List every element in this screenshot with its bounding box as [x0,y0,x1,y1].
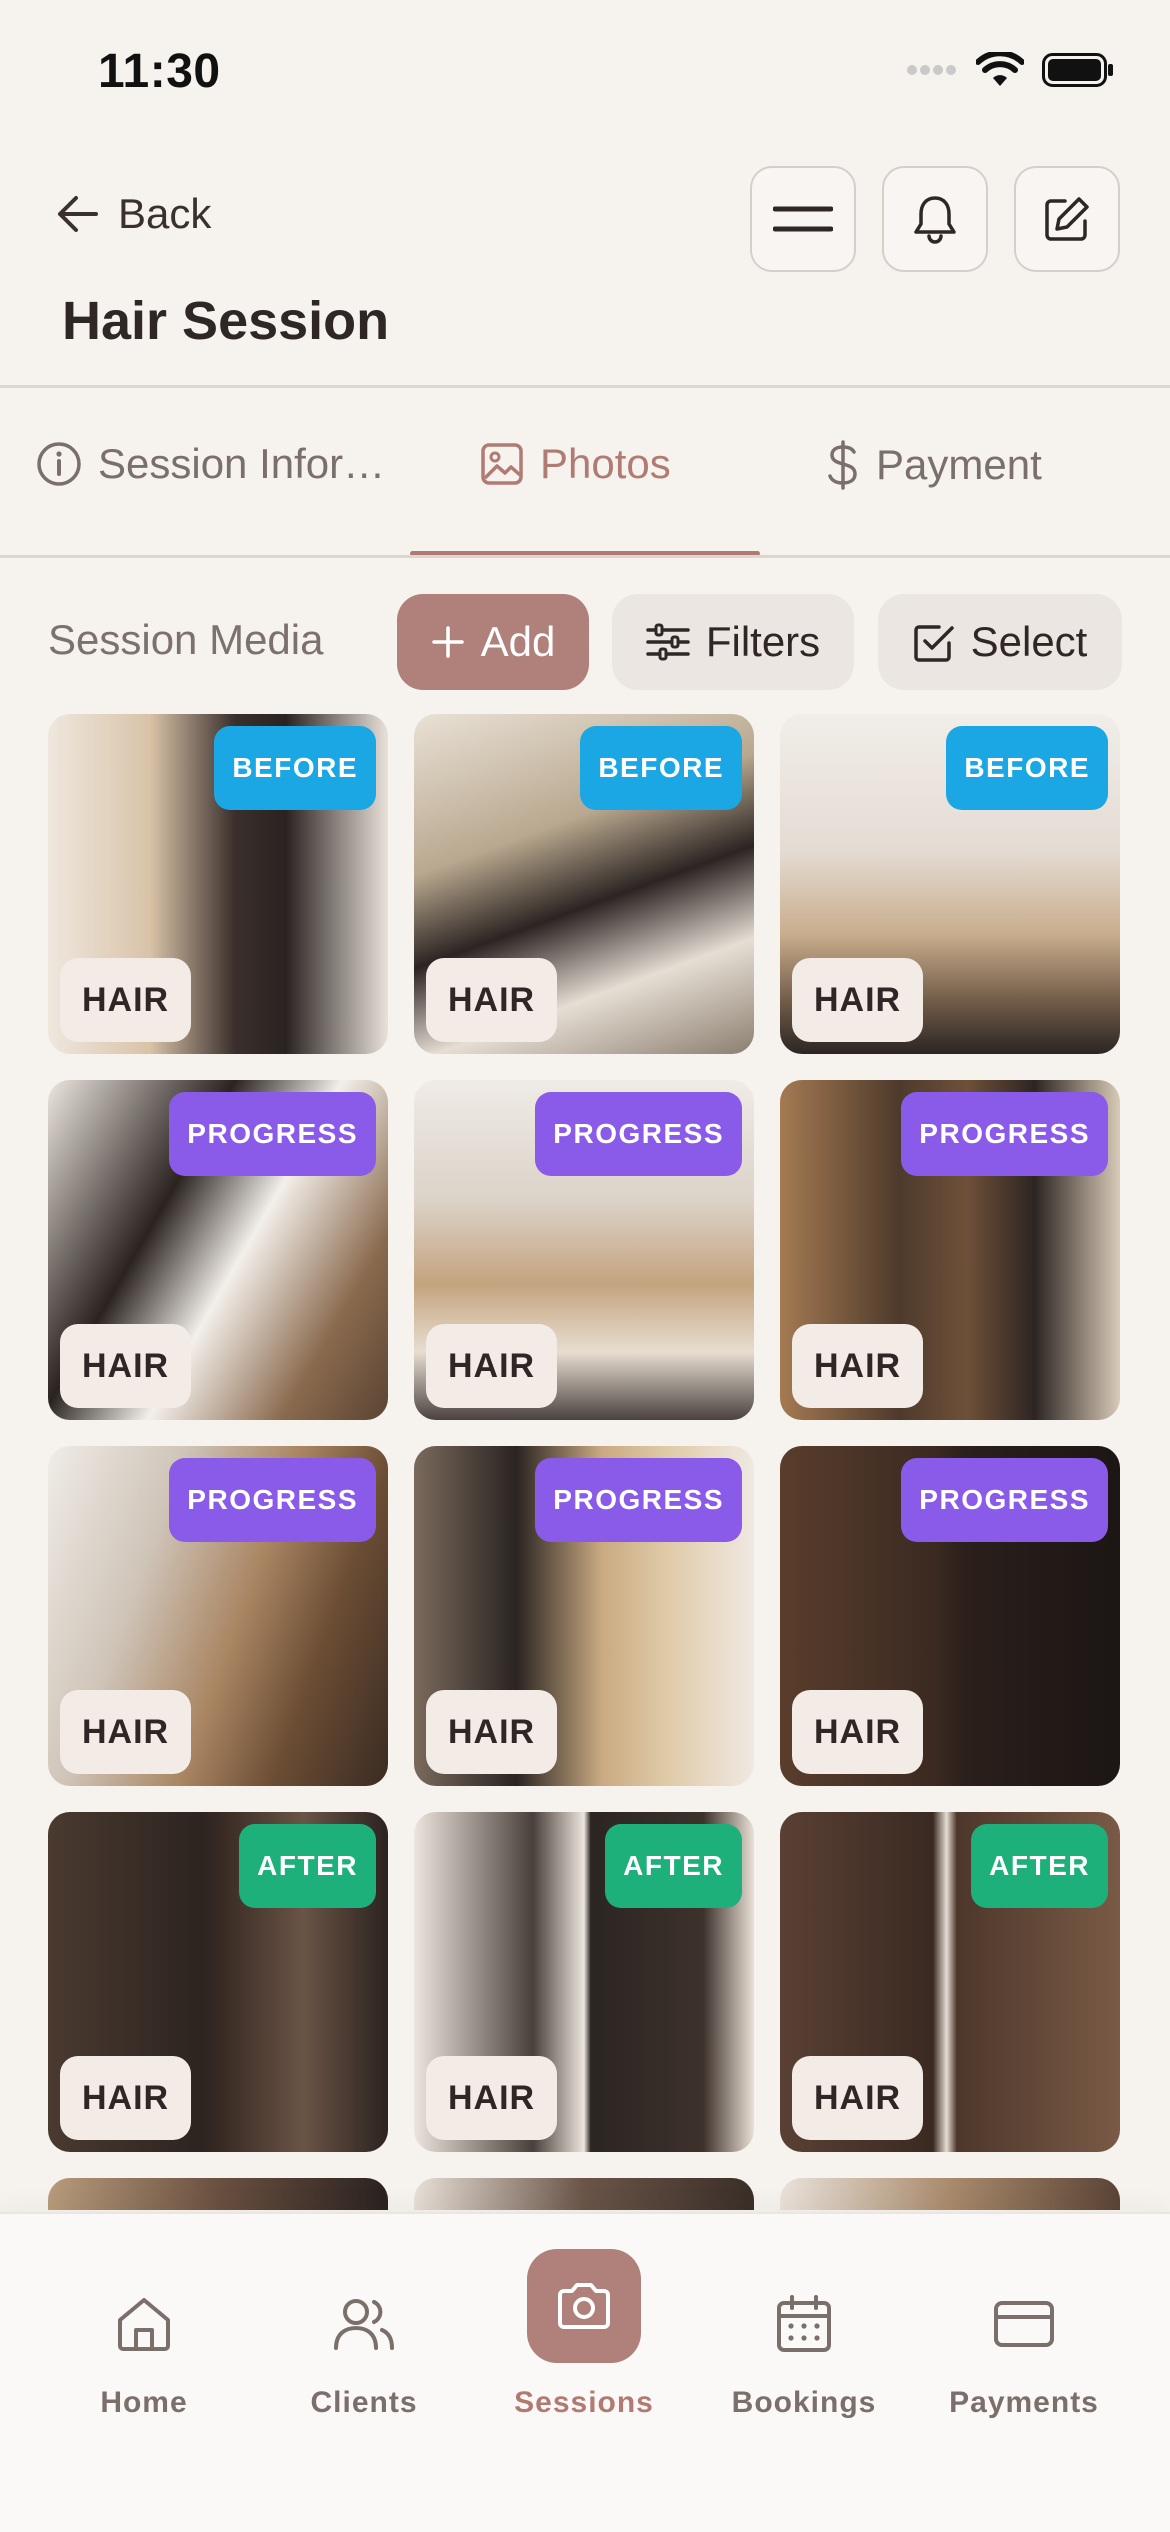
card-icon [992,2284,1056,2364]
category-chip: HAIR [60,958,192,1042]
nav-sessions-label: Sessions [514,2386,654,2419]
photo-tile[interactable]: PROGRESS HAIR [780,1446,1120,1786]
notifications-button[interactable] [882,166,988,272]
photo-tile[interactable]: PROGRESS HAIR [48,1446,388,1786]
back-label: Back [118,190,212,237]
category-chip: HAIR [792,1324,924,1408]
battery-icon [1042,53,1113,87]
bell-icon [914,196,956,244]
tab-session-info[interactable]: Session Infor… [36,440,385,488]
status-icons [906,52,1114,88]
nav-clients[interactable]: Clients [274,2284,454,2420]
checkbox-icon [913,625,954,662]
add-button[interactable]: Add [397,594,589,690]
photo-tile[interactable]: PROGRESS HAIR [48,1080,388,1420]
stage-badge: PROGRESS [901,1458,1108,1542]
stage-badge: AFTER [239,1824,376,1908]
sliders-icon [646,623,690,661]
section-label: Session Media [48,616,324,663]
wifi-icon [976,52,1024,86]
photo-tile[interactable]: BEFORE HAIR [48,714,388,1054]
back-button[interactable]: Back [54,190,211,238]
photo-tile[interactable]: AFTER HAIR [48,1812,388,2152]
nav-payments-label: Payments [949,2386,1099,2419]
nav-home[interactable]: Home [54,2284,234,2420]
salon-photo [414,2178,754,2210]
tab-photos-label: Photos [540,440,671,487]
category-chip: HAIR [60,1324,192,1408]
bottom-nav: Home Clients Sessions Bookings Payments [0,2212,1170,2532]
tabs-divider [0,555,1170,558]
tab-photos[interactable]: Photos [480,440,671,488]
add-label: Add [480,618,556,665]
stage-badge: AFTER [971,1824,1108,1908]
filters-button[interactable]: Filters [612,594,854,690]
photo-tile[interactable] [414,2178,754,2210]
page-title: Hair Session [62,291,390,351]
stage-badge: BEFORE [214,726,376,810]
category-chip: HAIR [426,1690,558,1774]
sessions-bubble [527,2249,641,2363]
photo-tile[interactable]: PROGRESS HAIR [780,1080,1120,1420]
tab-payment-label: Payment [876,441,1042,488]
arrow-left-icon [58,196,98,232]
calendar-icon [774,2284,834,2364]
dollar-icon [828,440,857,490]
category-chip: HAIR [426,958,558,1042]
select-button[interactable]: Select [878,594,1122,690]
photo-tile[interactable]: PROGRESS HAIR [414,1080,754,1420]
category-chip: HAIR [60,1690,192,1774]
menu-button[interactable] [750,166,856,272]
photo-tile[interactable] [48,2178,388,2210]
header-divider [0,385,1170,388]
home-icon [114,2284,174,2364]
photo-tile[interactable]: AFTER HAIR [780,1812,1120,2152]
stage-badge: PROGRESS [901,1092,1108,1176]
nav-clients-label: Clients [310,2386,418,2419]
menu-icon [773,206,833,232]
photo-grid: BEFORE HAIR BEFORE HAIR BEFORE HAIR PROG… [48,714,1122,2210]
stage-badge: PROGRESS [169,1092,376,1176]
nav-home-label: Home [100,2386,188,2419]
stage-badge: AFTER [605,1824,742,1908]
info-icon [37,442,81,486]
photo-tile[interactable]: AFTER HAIR [414,1812,754,2152]
plus-icon [431,626,464,658]
edit-button[interactable] [1014,166,1120,272]
photo-tile[interactable]: BEFORE HAIR [414,714,754,1054]
camera-icon [527,2249,641,2364]
salon-photo [48,2178,388,2210]
category-chip: HAIR [426,2056,558,2140]
salon-photo [780,2178,1120,2210]
nav-payments[interactable]: Payments [934,2284,1114,2420]
photo-tile[interactable] [780,2178,1120,2210]
cellular-icon [907,65,956,75]
stage-badge: PROGRESS [535,1092,742,1176]
nav-sessions[interactable]: Sessions [494,2249,674,2420]
stage-badge: BEFORE [580,726,742,810]
status-bar: 11:30 [0,0,1170,150]
nav-bookings[interactable]: Bookings [714,2284,894,2420]
edit-icon [1045,197,1089,241]
tab-payment[interactable]: Payment [826,440,1042,490]
category-chip: HAIR [60,2056,192,2140]
tab-session-info-label: Session Infor… [98,440,386,487]
users-icon [332,2284,396,2364]
photo-tile[interactable]: BEFORE HAIR [780,714,1120,1054]
nav-bookings-label: Bookings [731,2386,877,2419]
select-label: Select [970,618,1088,665]
category-chip: HAIR [792,958,924,1042]
status-time: 11:30 [98,45,221,98]
stage-badge: PROGRESS [169,1458,376,1542]
image-icon [481,443,523,485]
filters-label: Filters [705,618,821,665]
category-chip: HAIR [792,2056,924,2140]
stage-badge: BEFORE [946,726,1108,810]
category-chip: HAIR [792,1690,924,1774]
photo-tile[interactable]: PROGRESS HAIR [414,1446,754,1786]
category-chip: HAIR [426,1324,558,1408]
stage-badge: PROGRESS [535,1458,742,1542]
